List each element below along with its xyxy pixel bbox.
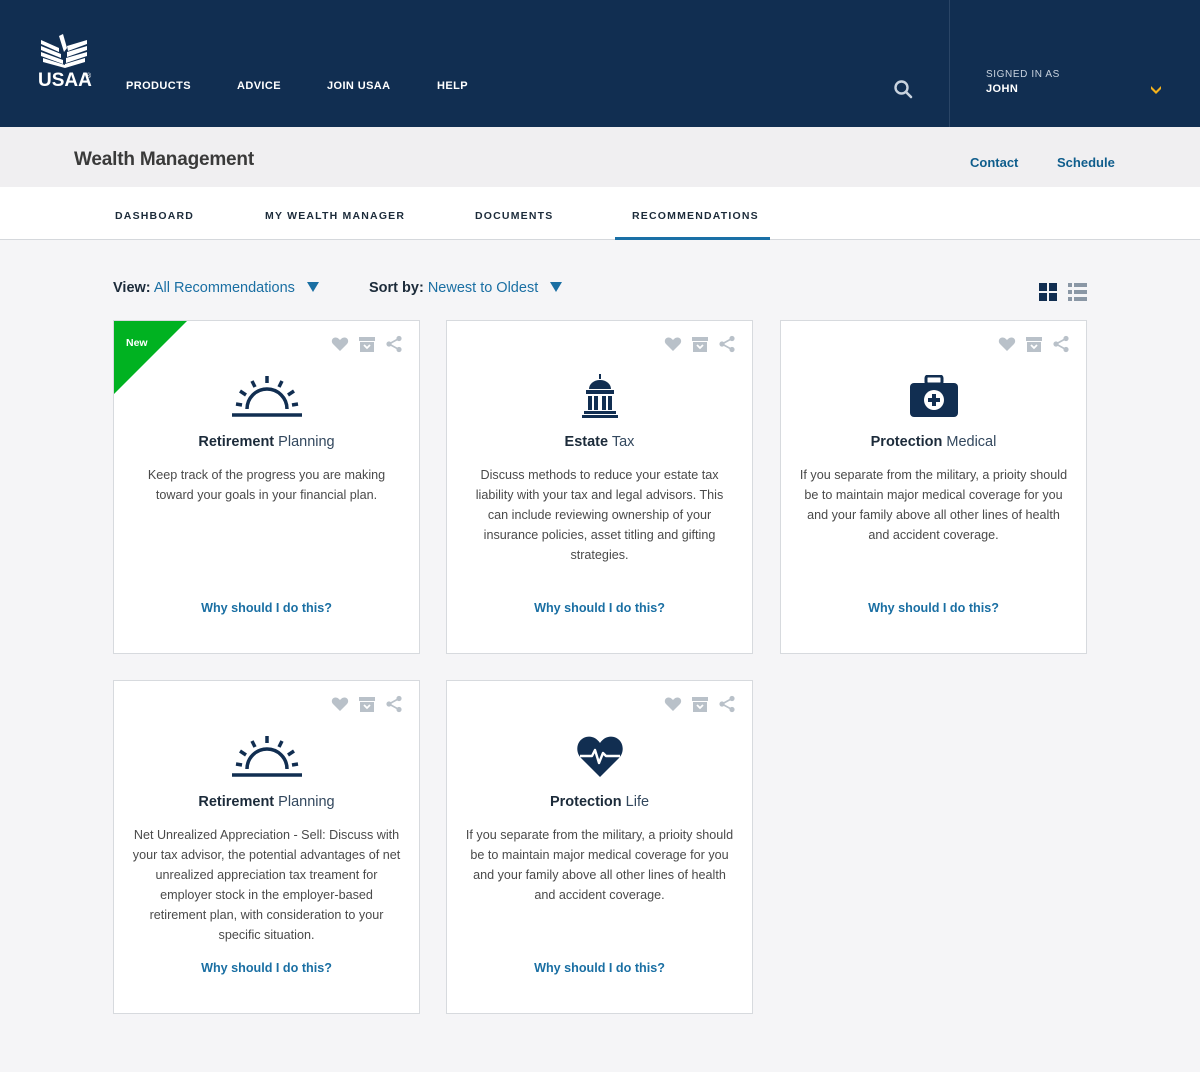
card-description: If you separate from the military, a pri… <box>465 828 734 902</box>
card-title: Retirement Planning <box>114 794 419 810</box>
why-should-i-link[interactable]: Why should I do this? <box>114 601 419 615</box>
caret-down-icon <box>550 282 563 293</box>
user-name: JOHN <box>986 83 1019 95</box>
card-title-secondary: Tax <box>611 434 635 450</box>
recommendation-card: Protection Life If you separate from the… <box>446 680 753 1014</box>
archive-icon[interactable] <box>691 695 709 713</box>
card-title: Estate Tax <box>447 434 752 450</box>
list-view-icon[interactable] <box>1068 283 1087 301</box>
card-description: Keep track of the progress you are makin… <box>147 468 386 502</box>
share-icon[interactable] <box>718 695 736 713</box>
card-actions <box>664 695 738 713</box>
sunrise-icon <box>114 731 419 781</box>
tab-dashboard[interactable]: DASHBOARD <box>115 210 194 222</box>
heart-icon[interactable] <box>998 335 1016 353</box>
heart-icon[interactable] <box>331 335 349 353</box>
nav-help[interactable]: HELP <box>437 80 468 92</box>
card-description: Discuss methods to reduce your estate ta… <box>475 468 724 562</box>
nav-products[interactable]: PRODUCTS <box>126 80 191 92</box>
recommendation-card: Estate Tax Discuss methods to reduce you… <box>446 320 753 654</box>
section-header: Wealth Management Contact Schedule <box>0 127 1200 187</box>
card-title-secondary: Life <box>625 794 650 810</box>
view-label: View: <box>113 280 151 296</box>
card-title: Retirement Planning <box>114 434 419 450</box>
top-navigation-bar: USAA ® PRODUCTS ADVICE JOIN USAA HELP SI… <box>0 0 1200 127</box>
card-title-primary: Protection <box>870 434 943 450</box>
card-description: If you separate from the military, a pri… <box>799 468 1068 542</box>
recommendation-card: Retirement Planning Net Unrealized Appre… <box>113 680 420 1014</box>
chevron-down-icon[interactable] <box>1150 84 1162 96</box>
tab-my-wealth-manager[interactable]: MY WEALTH MANAGER <box>265 210 405 222</box>
nav-advice[interactable]: ADVICE <box>237 80 281 92</box>
archive-icon[interactable] <box>691 335 709 353</box>
grid-view-icon[interactable] <box>1039 283 1057 301</box>
heart-icon[interactable] <box>331 695 349 713</box>
capitol-building-icon <box>447 371 752 421</box>
new-badge-label: New <box>126 337 148 349</box>
sort-label: Sort by: <box>369 280 424 296</box>
card-description: Net Unrealized Appreciation - Sell: Disc… <box>132 828 401 942</box>
share-icon[interactable] <box>385 695 403 713</box>
card-title-secondary: Medical <box>946 434 997 450</box>
sunrise-icon <box>114 371 419 421</box>
card-title-secondary: Planning <box>278 794 335 810</box>
card-title-primary: Retirement <box>198 434 275 450</box>
account-menu[interactable]: SIGNED IN AS JOHN <box>949 0 1200 127</box>
card-actions <box>331 335 405 353</box>
view-value: All Recommendations <box>153 280 295 296</box>
card-actions <box>331 695 405 713</box>
contact-link[interactable]: Contact <box>970 155 1018 170</box>
archive-icon[interactable] <box>1025 335 1043 353</box>
why-should-i-link[interactable]: Why should I do this? <box>781 601 1086 615</box>
tab-recommendations[interactable]: RECOMMENDATIONS <box>632 210 759 222</box>
recommendation-card: New Retirement Planning Keep track of th… <box>113 320 420 654</box>
page-title: Wealth Management <box>74 149 254 170</box>
heart-icon[interactable] <box>664 335 682 353</box>
heart-pulse-icon <box>447 731 752 781</box>
nav-join-usaa[interactable]: JOIN USAA <box>327 80 391 92</box>
heart-icon[interactable] <box>664 695 682 713</box>
tab-documents[interactable]: DOCUMENTS <box>475 210 553 222</box>
card-title: Protection Medical <box>781 434 1086 450</box>
why-should-i-link[interactable]: Why should I do this? <box>447 601 752 615</box>
schedule-link[interactable]: Schedule <box>1057 155 1115 170</box>
active-tab-indicator <box>615 237 770 240</box>
view-filter-dropdown[interactable]: View: All Recommendations <box>113 280 319 296</box>
card-actions <box>998 335 1072 353</box>
logo-registered-mark: ® <box>86 73 92 80</box>
card-actions <box>664 335 738 353</box>
why-should-i-link[interactable]: Why should I do this? <box>114 961 419 975</box>
why-should-i-link[interactable]: Why should I do this? <box>447 961 752 975</box>
share-icon[interactable] <box>1052 335 1070 353</box>
card-title: Protection Life <box>447 794 752 810</box>
card-title-secondary: Planning <box>278 434 335 450</box>
share-icon[interactable] <box>718 335 736 353</box>
tab-bar: DASHBOARD MY WEALTH MANAGER DOCUMENTS RE… <box>0 187 1200 240</box>
card-title-primary: Protection <box>549 794 622 810</box>
sort-value: Newest to Oldest <box>427 280 539 296</box>
signed-in-label: SIGNED IN AS <box>986 69 1060 80</box>
archive-icon[interactable] <box>358 695 376 713</box>
caret-down-icon <box>306 282 319 293</box>
recommendation-card: Protection Medical If you separate from … <box>780 320 1087 654</box>
card-title-primary: Retirement <box>198 794 275 810</box>
logo-text: USAA <box>38 70 92 91</box>
archive-icon[interactable] <box>358 335 376 353</box>
medical-kit-icon <box>781 371 1086 421</box>
search-icon[interactable] <box>893 79 913 99</box>
card-title-primary: Estate <box>564 434 609 450</box>
sort-dropdown[interactable]: Sort by: Newest to Oldest <box>369 280 563 296</box>
share-icon[interactable] <box>385 335 403 353</box>
